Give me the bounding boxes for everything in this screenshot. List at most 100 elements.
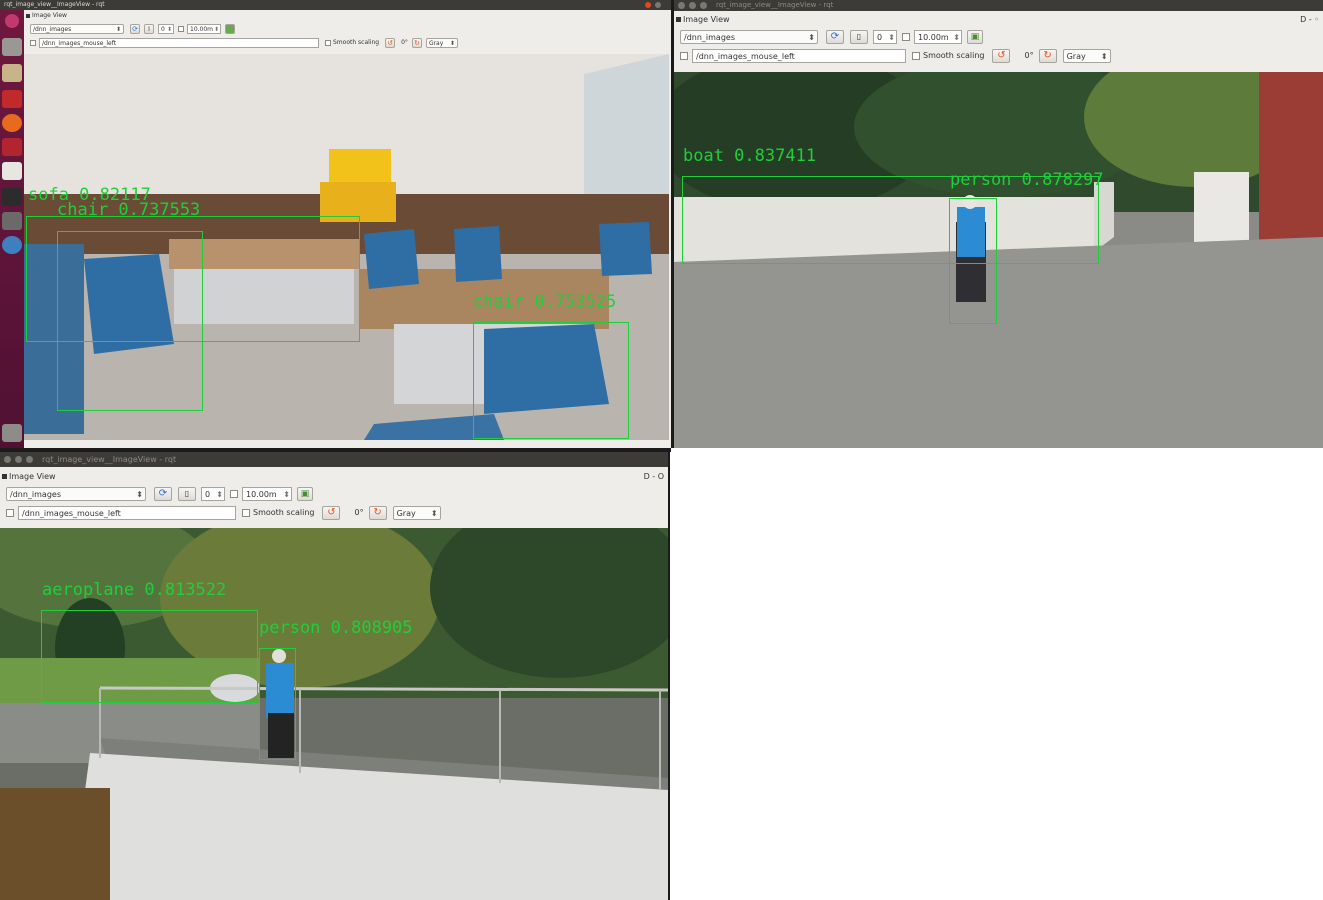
toolbar-row-2: /dnn_images_mouse_left Smooth scaling ↺ … (680, 48, 1111, 63)
window-title: rqt_image_view__ImageView - rqt (42, 455, 177, 464)
window-title: rqt_image_view__ImageView - rqt (4, 1, 105, 8)
smooth-scaling-label: Smooth scaling (333, 39, 380, 46)
timeout-spinbox[interactable]: 10.00m ⬍ (914, 29, 962, 44)
panel-title: Image View (32, 12, 67, 19)
toolbar-row-1: /dnn_images ⬍ ⟳ ▯ 0 ⬍ 10.00m ⬍ ▣ (680, 29, 983, 44)
rotation-label: 0° (401, 39, 408, 46)
panel-header: Image View (26, 11, 671, 20)
image-view-window-3: rqt_image_view__ImageView - rqt Image Vi… (0, 452, 668, 900)
smooth-scaling-checkbox[interactable] (325, 39, 331, 46)
mouse-topic-input[interactable]: /dnn_images_mouse_left (39, 37, 319, 48)
rotate-left-icon[interactable]: ↺ (385, 37, 396, 48)
smooth-scaling-checkbox[interactable] (242, 508, 250, 517)
trash-icon[interactable] (2, 424, 22, 442)
minimize-window-icon[interactable] (689, 2, 696, 9)
rotate-right-icon[interactable]: ↻ (411, 37, 422, 48)
minimize-window-icon[interactable] (655, 2, 661, 8)
detection-box-person (259, 648, 296, 760)
rotate-left-icon[interactable]: ↺ (992, 48, 1011, 63)
refresh-icon[interactable]: ⟳ (826, 29, 844, 44)
close-window-icon[interactable] (678, 2, 685, 9)
mouse-publish-checkbox[interactable] (30, 39, 36, 46)
topic-select[interactable]: /dnn_images ⬍ (6, 486, 146, 501)
rotate-left-icon[interactable]: ↺ (322, 505, 341, 520)
mouse-publish-checkbox[interactable] (6, 508, 14, 517)
colormap-select[interactable]: Gray ⬍ (425, 37, 458, 48)
rotation-label: 0° (1024, 51, 1034, 60)
toolbar-row-2: /dnn_images_mouse_left Smooth scaling ↺ … (6, 505, 441, 520)
timeout-spinbox[interactable]: 10.00m ⬍ (187, 23, 221, 34)
rotation-label: 0° (354, 508, 364, 517)
detection-box-chair-2 (473, 322, 629, 439)
colormap-select[interactable]: Gray ⬍ (392, 505, 441, 520)
terminal-red-icon[interactable] (2, 90, 22, 108)
toolbar-row-2: /dnn_images_mouse_left Smooth scaling ↺ … (30, 37, 458, 48)
panel-header: Image View (676, 14, 1323, 25)
detection-label-aeroplane: aeroplane 0.813522 (42, 580, 227, 600)
detection-box-chair-1 (57, 231, 203, 411)
text-editor-icon[interactable] (2, 162, 22, 180)
pause-icon[interactable]: ▯ (178, 486, 196, 501)
topic-select[interactable]: /dnn_images ⬍ (30, 23, 124, 34)
files-icon[interactable] (2, 38, 22, 56)
folder-icon[interactable] (2, 64, 22, 82)
timeout-spinbox[interactable]: 10.00m ⬍ (242, 486, 292, 501)
mouse-topic-input[interactable]: /dnn_images_mouse_left (692, 48, 906, 63)
image-view-window-1: rqt_image_view__ImageView - rqt Image Vi… (0, 0, 671, 448)
toolbar-row-1: /dnn_images ⬍ ⟳ ▯ 0 ⬍ 10.00m ⬍ (30, 23, 235, 34)
close-window-icon[interactable] (4, 456, 11, 463)
window-title: rqt_image_view__ImageView - rqt (716, 1, 834, 9)
rotate-right-icon[interactable]: ↻ (1038, 48, 1057, 63)
save-image-icon[interactable]: ▣ (967, 29, 983, 44)
refresh-icon[interactable]: ⟳ (130, 23, 140, 34)
detection-box-aeroplane (41, 610, 258, 703)
frame-spinbox[interactable]: 0 ⬍ (158, 23, 174, 34)
close-window-icon[interactable] (645, 2, 651, 8)
title-bar: rqt_image_view__ImageView - rqt (674, 0, 1323, 11)
panel-header: Image View (2, 471, 668, 483)
smooth-scaling-checkbox[interactable] (912, 51, 920, 60)
minimize-window-icon[interactable] (15, 456, 22, 463)
timeout-checkbox[interactable] (902, 32, 910, 41)
title-bar: rqt_image_view__ImageView - rqt (0, 452, 668, 467)
ubuntu-dash-icon[interactable] (5, 14, 19, 28)
timeout-checkbox[interactable] (230, 489, 238, 498)
drive-icon[interactable] (2, 212, 22, 230)
refresh-icon[interactable]: ⟳ (154, 486, 172, 501)
toolbar-row-1: /dnn_images ⬍ ⟳ ▯ 0 ⬍ 10.00m ⬍ ▣ (6, 486, 313, 501)
detection-label-chair-1: chair 0.737553 (57, 200, 201, 220)
panel-controls[interactable]: D - O (644, 471, 664, 483)
image-viewport[interactable]: boat 0.837411 person 0.878297 (674, 72, 1323, 448)
image-viewport[interactable]: sofa 0.82117 chair 0.737553 chair 0.7535… (24, 54, 669, 440)
panel-title: Image View (9, 472, 56, 481)
detection-label-boat: boat 0.837411 (683, 146, 817, 166)
firefox-icon[interactable] (2, 114, 22, 132)
timeout-checkbox[interactable] (178, 25, 184, 32)
mouse-topic-input[interactable]: /dnn_images_mouse_left (18, 505, 236, 520)
pause-icon[interactable]: ▯ (850, 29, 868, 44)
maximize-window-icon[interactable] (700, 2, 707, 9)
smooth-scaling-label: Smooth scaling (253, 508, 315, 517)
app-red-icon[interactable] (2, 138, 22, 156)
mouse-publish-checkbox[interactable] (680, 51, 688, 60)
panel-controls[interactable]: D - ◦ (1300, 14, 1319, 25)
save-image-icon[interactable] (225, 23, 235, 34)
rotate-right-icon[interactable]: ↻ (368, 505, 387, 520)
image-viewport[interactable]: aeroplane 0.813522 person 0.808905 (0, 528, 668, 900)
frame-spinbox[interactable]: 0 ⬍ (201, 486, 225, 501)
divider-vertical (671, 0, 674, 448)
panel-title: Image View (683, 15, 730, 24)
colormap-select[interactable]: Gray ⬍ (1062, 48, 1111, 63)
detection-box-person (949, 198, 997, 324)
globe-icon[interactable] (2, 236, 22, 254)
frame-spinbox[interactable]: 0 ⬍ (873, 29, 897, 44)
detection-label-person: person 0.878297 (950, 170, 1104, 190)
detection-label-person: person 0.808905 (259, 618, 413, 638)
pause-icon[interactable]: ▯ (144, 23, 154, 34)
title-bar: rqt_image_view__ImageView - rqt (0, 0, 671, 10)
save-image-icon[interactable]: ▣ (297, 486, 313, 501)
terminal-icon[interactable] (2, 188, 22, 206)
topic-select[interactable]: /dnn_images ⬍ (680, 29, 818, 44)
maximize-window-icon[interactable] (26, 456, 33, 463)
divider-vertical-bottom (668, 452, 670, 900)
